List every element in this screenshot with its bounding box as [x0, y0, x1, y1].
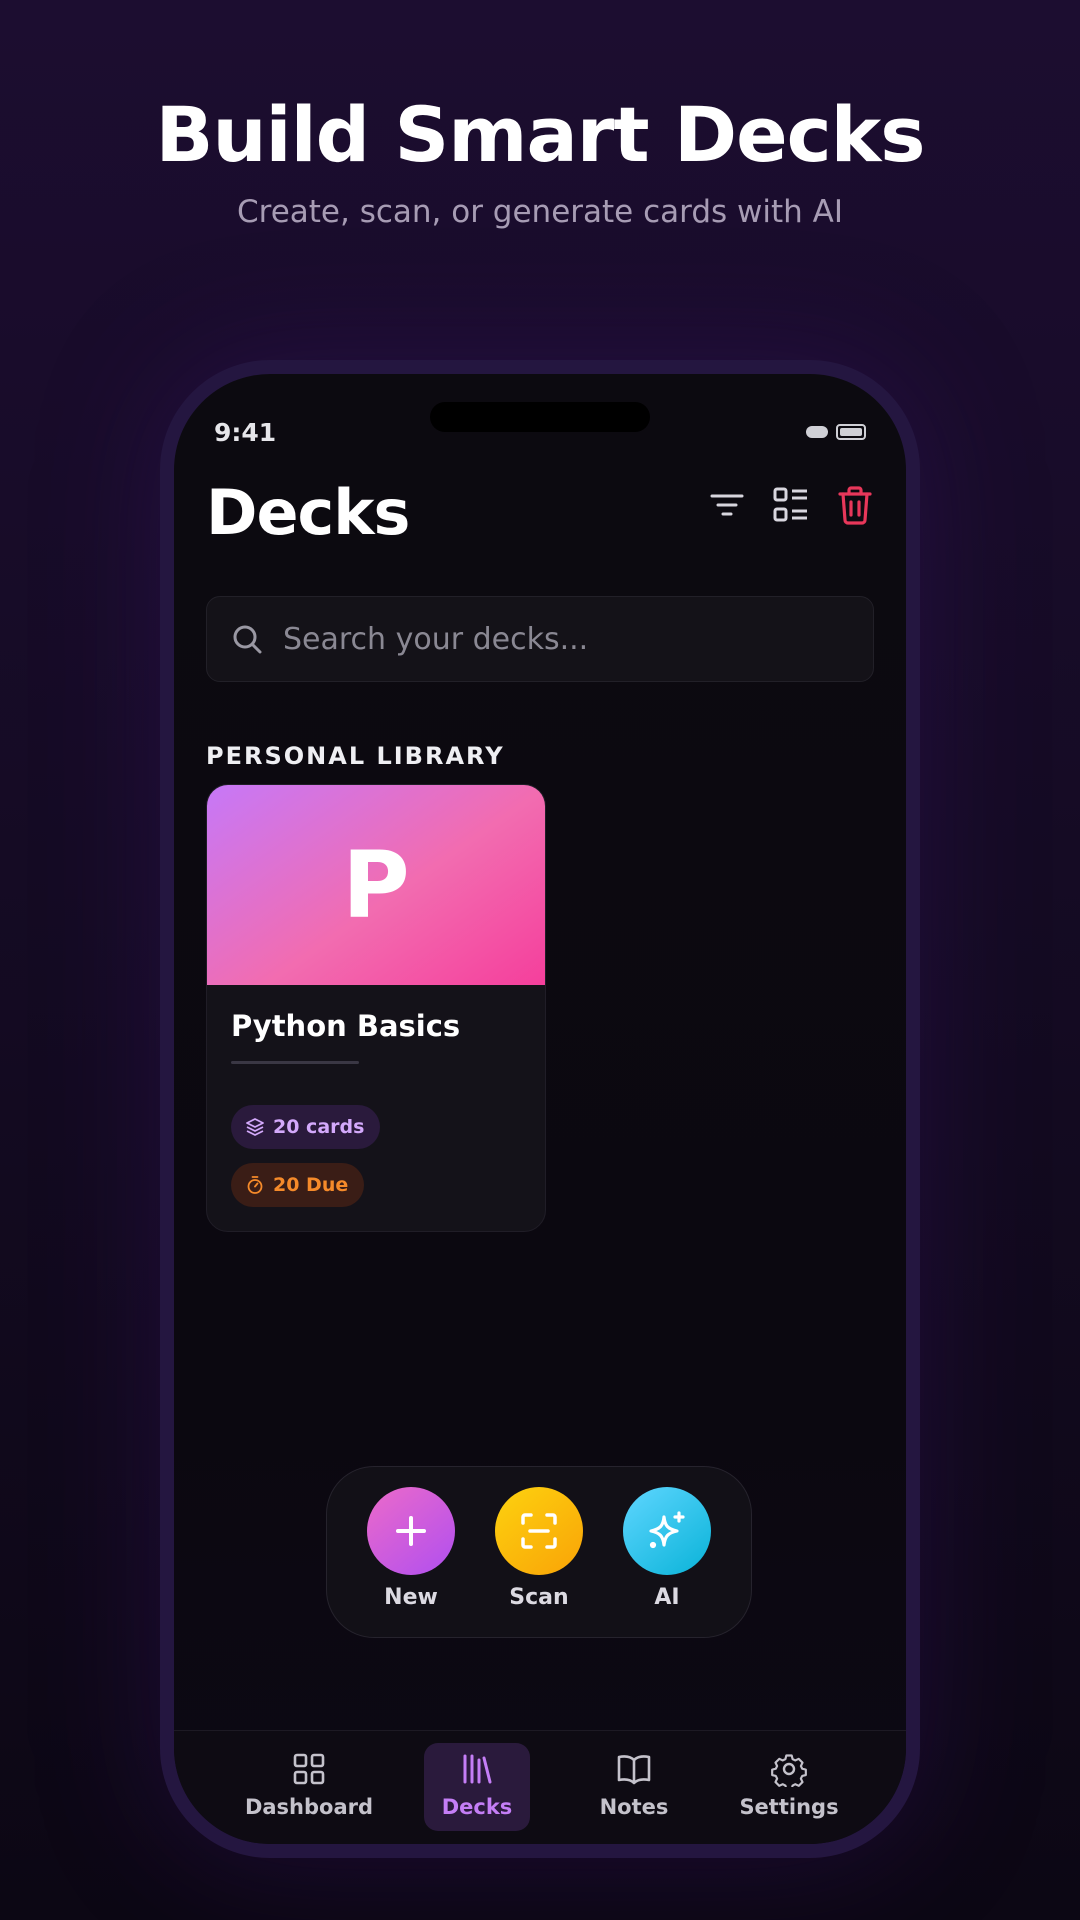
signal-icon [806, 426, 828, 438]
cards-count-badge: 20 cards [231, 1105, 381, 1149]
quick-actions-tray: New Scan AI [326, 1466, 752, 1638]
battery-icon [836, 424, 866, 440]
nav-item-dashboard[interactable]: Dashboard [234, 1743, 384, 1831]
gear-icon [771, 1754, 807, 1787]
scan-button[interactable]: Scan [495, 1487, 583, 1610]
ai-generate-button[interactable]: AI [623, 1487, 711, 1610]
due-badge: 20 Due [231, 1163, 365, 1207]
hero-subtitle: Create, scan, or generate cards with AI [236, 194, 843, 230]
filter-icon[interactable] [706, 484, 748, 526]
search-icon [233, 625, 262, 654]
due-label: 20 Due [273, 1174, 349, 1196]
cards-count-label: 20 cards [273, 1116, 365, 1138]
grid-icon [293, 1753, 325, 1785]
ai-label: AI [654, 1585, 680, 1610]
deck-name: Python Basics [231, 1009, 461, 1043]
hero-title: Build Smart Decks [155, 90, 926, 179]
nav-item-decks[interactable]: Decks [424, 1743, 530, 1831]
book-open-icon [617, 1755, 651, 1785]
trash-icon[interactable] [834, 484, 876, 526]
section-label: PERSONAL LIBRARY [206, 742, 505, 770]
search-input[interactable] [281, 620, 873, 658]
library-icon [463, 1754, 492, 1784]
status-time: 9:41 [214, 418, 277, 447]
scan-icon [495, 1487, 583, 1575]
dynamic-island [430, 402, 650, 432]
phone-frame: 9:41 Decks Search your decks... PERSONAL… [160, 360, 920, 1858]
status-icons [806, 424, 866, 440]
nav-label-settings: Settings [739, 1795, 839, 1819]
deck-initial: P [342, 831, 410, 939]
scan-label: Scan [509, 1585, 569, 1610]
deck-divider [231, 1061, 359, 1064]
nav-label-notes: Notes [599, 1795, 669, 1819]
nav-item-settings[interactable]: Settings [724, 1743, 854, 1831]
layers-icon [246, 1118, 264, 1136]
deck-cover: P [207, 785, 545, 985]
page-title: Decks [206, 476, 410, 549]
search-bar [206, 596, 874, 682]
list-view-icon[interactable] [770, 484, 812, 526]
nav-label-dashboard: Dashboard [244, 1795, 374, 1819]
timer-icon [247, 1176, 263, 1194]
new-deck-button[interactable]: New [367, 1487, 455, 1610]
plus-icon [367, 1487, 455, 1575]
nav-item-notes[interactable]: Notes [574, 1743, 694, 1831]
sparkles-icon [623, 1487, 711, 1575]
header-actions [706, 484, 876, 526]
phone-screen: 9:41 Decks Search your decks... PERSONAL… [174, 374, 906, 1844]
bottom-nav: Dashboard Decks Notes Settings [174, 1730, 906, 1844]
new-label: New [384, 1585, 438, 1610]
nav-label-decks: Decks [441, 1795, 513, 1819]
deck-card[interactable]: P Python Basics 20 cards 20 Due [206, 784, 546, 1232]
